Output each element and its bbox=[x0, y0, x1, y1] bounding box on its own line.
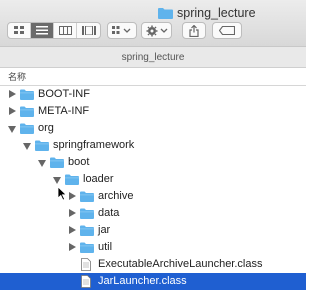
folder-icon bbox=[35, 140, 49, 151]
disclosure-expanded-icon[interactable] bbox=[38, 160, 46, 167]
folder-row[interactable]: archive bbox=[0, 188, 306, 205]
disclosure-expanded-icon[interactable] bbox=[23, 143, 31, 150]
disclosure-collapsed-icon[interactable] bbox=[69, 192, 76, 200]
disclosure-collapsed-icon[interactable] bbox=[69, 209, 76, 217]
gallery-view-button[interactable] bbox=[77, 23, 100, 38]
icon-view-button[interactable] bbox=[8, 23, 31, 38]
folder-icon bbox=[50, 157, 64, 168]
view-mode-switcher[interactable] bbox=[7, 22, 101, 39]
file-row[interactable]: JarLauncher.class bbox=[0, 273, 306, 290]
disclosure-collapsed-icon[interactable] bbox=[9, 107, 16, 115]
column-view-icon bbox=[58, 26, 72, 35]
title-bar: spring_lecture bbox=[0, 0, 306, 47]
tags-button[interactable] bbox=[212, 22, 242, 39]
folder-name: jar bbox=[98, 224, 111, 236]
disclosure-expanded-icon[interactable] bbox=[8, 126, 16, 133]
folder-icon bbox=[158, 8, 173, 19]
folder-name: BOOT-INF bbox=[38, 88, 90, 100]
folder-row[interactable]: jar bbox=[0, 222, 306, 239]
folder-name: org bbox=[38, 122, 54, 134]
path-bar: spring_lecture bbox=[0, 47, 306, 68]
folder-name: boot bbox=[68, 156, 90, 168]
class-file-icon bbox=[81, 275, 91, 288]
folder-icon bbox=[80, 191, 94, 202]
disclosure-collapsed-icon[interactable] bbox=[9, 90, 16, 98]
share-button[interactable] bbox=[182, 22, 206, 39]
finder-window: spring_lecture spring_lecture 名称 BOOT-IN… bbox=[0, 0, 306, 290]
arrange-button[interactable] bbox=[107, 22, 137, 39]
folder-name: archive bbox=[98, 190, 134, 202]
name-column-header[interactable]: 名称 bbox=[8, 70, 26, 83]
gallery-view-icon bbox=[81, 26, 96, 35]
class-file-icon bbox=[81, 258, 91, 271]
folder-icon bbox=[20, 106, 34, 117]
icon-view-icon bbox=[13, 26, 24, 34]
path-bar-title: spring_lecture bbox=[121, 51, 185, 63]
folder-row[interactable]: loader bbox=[0, 171, 306, 188]
file-name: ExecutableArchiveLauncher.class bbox=[98, 258, 263, 270]
disclosure-collapsed-icon[interactable] bbox=[69, 226, 76, 234]
folder-row[interactable]: BOOT-INF bbox=[0, 86, 306, 103]
folder-name: springframework bbox=[53, 139, 135, 151]
folder-icon bbox=[20, 123, 34, 134]
column-view-button[interactable] bbox=[54, 23, 77, 38]
folder-row[interactable]: boot bbox=[0, 154, 306, 171]
window-title-text: spring_lecture bbox=[177, 6, 256, 20]
folder-name: util bbox=[98, 241, 113, 253]
folder-row[interactable]: META-INF bbox=[0, 103, 306, 120]
folder-icon bbox=[80, 225, 94, 236]
tag-icon bbox=[219, 26, 235, 35]
action-button[interactable] bbox=[141, 22, 172, 39]
folder-name: data bbox=[98, 207, 120, 219]
window-title: spring_lecture bbox=[158, 5, 256, 21]
gear-icon bbox=[146, 25, 167, 36]
list-view-icon bbox=[36, 26, 48, 35]
folder-row[interactable]: springframework bbox=[0, 137, 306, 154]
folder-name: META-INF bbox=[38, 105, 90, 117]
disclosure-collapsed-icon[interactable] bbox=[69, 243, 76, 251]
disclosure-expanded-icon[interactable] bbox=[53, 177, 61, 184]
folder-row[interactable]: org bbox=[0, 120, 306, 137]
column-header[interactable]: 名称 bbox=[0, 68, 306, 86]
folder-icon bbox=[80, 242, 94, 253]
mouse-pointer-icon bbox=[57, 186, 67, 201]
file-name: JarLauncher.class bbox=[98, 275, 187, 287]
folder-row[interactable]: util bbox=[0, 239, 306, 256]
folder-icon bbox=[80, 208, 94, 219]
share-icon bbox=[189, 24, 199, 37]
grid-arrange-icon bbox=[112, 25, 131, 34]
folder-icon bbox=[20, 89, 34, 100]
file-row[interactable]: ExecutableArchiveLauncher.class bbox=[0, 256, 306, 273]
list-view-button[interactable] bbox=[31, 23, 54, 38]
folder-icon bbox=[65, 174, 79, 185]
folder-name: loader bbox=[83, 173, 114, 185]
folder-row[interactable]: data bbox=[0, 205, 306, 222]
